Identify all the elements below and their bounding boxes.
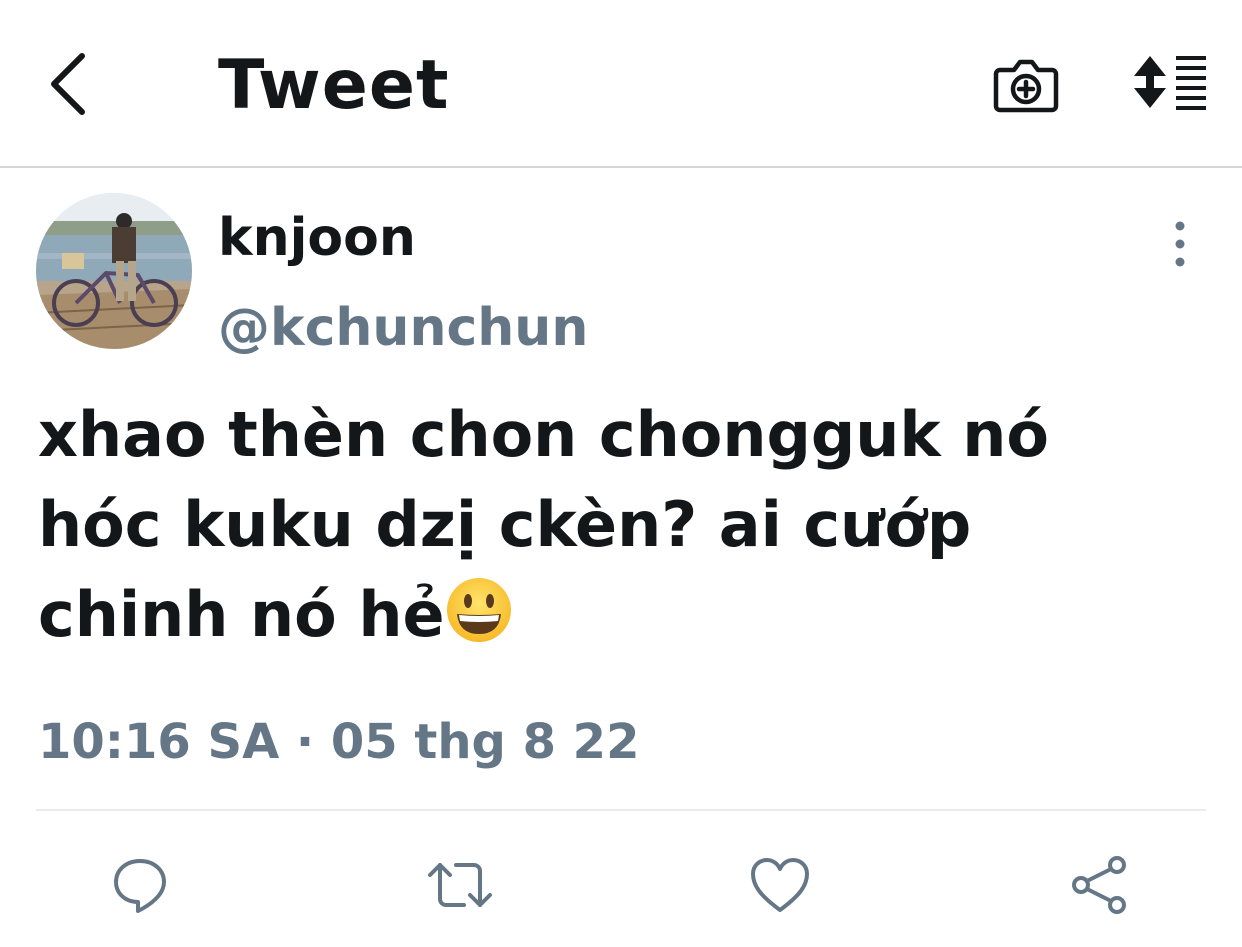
tweet-text-content: xhao thèn chon chongguk nó hóc kuku dzị … bbox=[38, 398, 1049, 651]
avatar-photo bbox=[36, 193, 192, 349]
camera-add-icon bbox=[993, 59, 1059, 113]
divider bbox=[36, 809, 1206, 811]
more-options-button[interactable] bbox=[1160, 220, 1200, 268]
retweet-button[interactable] bbox=[425, 850, 495, 920]
like-button[interactable] bbox=[745, 850, 815, 920]
reply-icon bbox=[114, 859, 166, 913]
tweet-timestamp: 10:16 SA · 05 thg 8 22 bbox=[38, 714, 640, 770]
share-button[interactable] bbox=[1066, 850, 1136, 920]
more-vertical-icon bbox=[1175, 221, 1185, 267]
author-handle[interactable]: @kchunchun bbox=[218, 296, 588, 360]
heart-icon bbox=[751, 858, 809, 912]
avatar[interactable] bbox=[36, 193, 192, 349]
page-title: Tweet bbox=[218, 46, 450, 125]
tweet-text: xhao thèn chon chongguk nó hóc kuku dzị … bbox=[38, 390, 1218, 660]
share-icon bbox=[1072, 856, 1126, 914]
reply-button[interactable] bbox=[105, 850, 175, 920]
author-display-name[interactable]: knjoon bbox=[218, 206, 416, 270]
chevron-left-icon bbox=[51, 53, 85, 115]
sort-button[interactable] bbox=[1130, 52, 1210, 114]
camera-add-button[interactable] bbox=[992, 50, 1060, 118]
top-bar: Tweet bbox=[0, 0, 1242, 168]
grinning-face-emoji bbox=[446, 578, 511, 642]
back-button[interactable] bbox=[36, 44, 100, 124]
retweet-icon bbox=[428, 863, 492, 907]
sort-list-icon bbox=[1134, 56, 1206, 110]
